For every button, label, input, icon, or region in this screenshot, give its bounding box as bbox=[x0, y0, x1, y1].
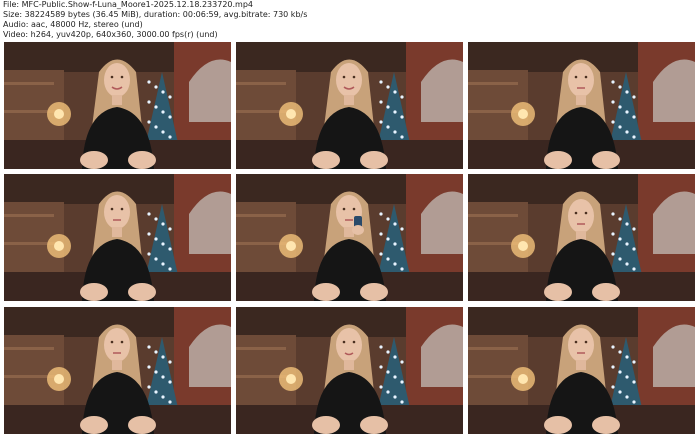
thumbnail-frame-image bbox=[236, 174, 463, 301]
video-thumbnail bbox=[4, 42, 231, 169]
file-name-line: File: MFC-Public.Show-f-Luna_Moore1-2025… bbox=[3, 0, 254, 9]
video-thumbnail bbox=[4, 174, 231, 301]
file-size-line: Size: 38224589 bytes (36.45 MiB), durati… bbox=[3, 10, 308, 19]
thumbnail-frame-image bbox=[468, 42, 695, 169]
thumbnail-frame-image bbox=[4, 307, 231, 434]
thumbnail-frame-image bbox=[468, 174, 695, 301]
video-thumbnail bbox=[468, 174, 695, 301]
video-thumbnail bbox=[236, 307, 463, 434]
thumbnail-frame-image bbox=[4, 42, 231, 169]
thumbnail-frame-image bbox=[236, 42, 463, 169]
thumbnail-frame-image bbox=[468, 307, 695, 434]
audio-info-line: Audio: aac, 48000 Hz, stereo (und) bbox=[3, 20, 143, 29]
thumbnail-grid bbox=[4, 42, 697, 435]
video-info-line: Video: h264, yuv420p, 640x360, 3000.00 f… bbox=[3, 30, 218, 39]
video-thumbnail bbox=[236, 174, 463, 301]
file-info-header: File: MFC-Public.Show-f-Luna_Moore1-2025… bbox=[3, 0, 697, 40]
thumbnail-frame-image bbox=[236, 307, 463, 434]
video-thumbnail bbox=[468, 307, 695, 434]
thumbnail-frame-image bbox=[4, 174, 231, 301]
video-thumbnail bbox=[4, 307, 231, 434]
video-thumbnail bbox=[236, 42, 463, 169]
video-thumbnail bbox=[468, 42, 695, 169]
